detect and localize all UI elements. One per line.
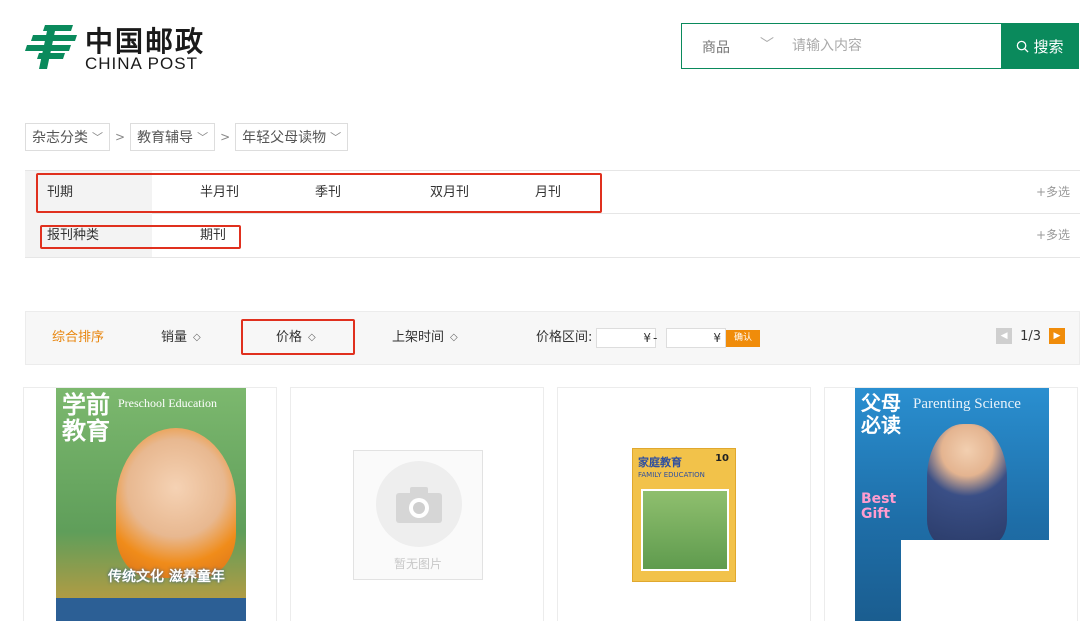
product-card[interactable]: 父母必读 Parenting Science Best Gift [824,387,1078,621]
filter-row-type: 报刊种类 期刊 +多选 [25,214,1080,258]
cover-title-en: Parenting Science [913,396,1021,412]
filter-label-type: 报刊种类 [25,214,152,257]
filter-label-period: 刊期 [25,171,152,214]
sort-listing-time[interactable]: 上架时间 ◇ [392,312,458,364]
price-range-dash: - [653,331,658,345]
filter-option-semimonthly[interactable]: 半月刊 [200,171,239,214]
chevron-down-icon: ﹀ [92,131,103,144]
cover-child-photo [641,489,729,571]
china-post-emblem-icon [25,25,77,69]
chevron-down-icon[interactable]: ﹀ [760,34,774,54]
chevron-right-icon: > [115,130,126,144]
sort-toggle-icon: ◇ [193,332,201,343]
cover-title-cn: 学前教育 [62,391,110,445]
cover-cropped-area [901,540,1049,621]
filter-option-quarterly[interactable]: 季刊 [315,171,341,214]
cover-title-cn: 家庭教育 [638,456,682,469]
chevron-down-icon: ﹀ [330,131,342,144]
filter-multiselect-period[interactable]: +多选 [1036,171,1070,214]
cover-slogan: 传统文化 滋养童年 [108,569,225,585]
pagination: ◀ 1/3 ▶ [996,328,1065,344]
sort-bar: 综合排序 销量 ◇ 价格 ◇ 上架时间 ◇ 价格区间: ¥ - ¥ 确认 ◀ 1… [25,311,1080,365]
sort-sales-label: 销量 [161,330,188,345]
search-icon [1017,40,1030,53]
price-range-label: 价格区间: [536,330,593,345]
breadcrumb-item-magazine-category[interactable]: 杂志分类 ﹀ [25,123,110,151]
cover-child-photo [116,428,236,578]
breadcrumb: 杂志分类 ﹀ > 教育辅导 ﹀ > 年轻父母读物 ﹀ [25,123,349,151]
product-card[interactable]: 家庭教育 10 FAMILY EDUCATION [557,387,811,621]
china-post-logo[interactable]: 中国邮政 CHINA POST [25,20,225,75]
filter-option-periodical[interactable]: 期刊 [200,214,226,257]
cover-title-en: Preschool Education [118,396,217,410]
product-card[interactable]: 学前教育 Preschool Education 传统文化 滋养童年 [23,387,277,621]
price-confirm-button[interactable]: 确认 [726,330,760,347]
next-page-icon[interactable]: ▶ [1049,328,1065,344]
search-input[interactable] [792,32,992,60]
search-button[interactable]: 搜索 [1001,23,1079,69]
cover-issue: 10 [715,453,729,464]
sort-listing-time-label: 上架时间 [392,330,445,345]
search-category-select[interactable]: 商品 [702,37,730,57]
search-bar: 商品 ﹀ 搜索 [681,23,1079,69]
chevron-right-icon: > [220,130,231,144]
breadcrumb-item-education[interactable]: 教育辅导 ﹀ [130,123,216,151]
cover-footer-band [56,598,246,621]
chevron-down-icon: ﹀ [197,131,209,144]
product-cover-image[interactable]: 家庭教育 10 FAMILY EDUCATION [632,448,736,582]
sort-default[interactable]: 综合排序 [52,312,104,364]
product-cover-image[interactable]: 父母必读 Parenting Science Best Gift [855,388,1049,621]
sort-toggle-icon: ◇ [450,332,458,343]
breadcrumb-label: 年轻父母读物 [242,130,327,146]
filter-row-period: 刊期 半月刊 季刊 双月刊 月刊 +多选 [25,170,1080,214]
sort-price-label: 价格 [276,330,303,345]
breadcrumb-item-young-parents[interactable]: 年轻父母读物 ﹀ [235,123,349,151]
no-image-text: 暂无图片 [393,557,442,571]
filter-multiselect-type[interactable]: +多选 [1036,214,1070,257]
price-min-field[interactable]: ¥ [596,328,656,348]
breadcrumb-label: 教育辅导 [137,130,194,146]
filter-option-monthly[interactable]: 月刊 [535,171,561,214]
cover-title-en: FAMILY EDUCATION [638,471,705,479]
breadcrumb-label: 杂志分类 [32,130,88,146]
cover-title-cn: 父母必读 [861,391,901,437]
no-image-placeholder[interactable]: 暂无图片 [353,450,483,580]
sort-sales[interactable]: 销量 ◇ [161,312,201,364]
cover-child-photo [927,424,1007,544]
sort-price[interactable]: 价格 ◇ [276,312,316,364]
product-cover-image[interactable]: 学前教育 Preschool Education 传统文化 滋养童年 [56,388,246,621]
filter-option-bimonthly[interactable]: 双月刊 [430,171,469,214]
cover-badge: Best Gift [861,491,897,522]
page-indicator: 1/3 [1020,328,1041,344]
price-max-field[interactable]: ¥ [666,328,726,348]
camera-icon [396,487,442,523]
prev-page-icon[interactable]: ◀ [996,328,1013,344]
product-card[interactable]: 暂无图片 [290,387,544,621]
logo-english-text: CHINA POST [85,54,198,73]
sort-toggle-icon: ◇ [308,332,316,343]
search-button-label: 搜索 [1033,37,1064,56]
